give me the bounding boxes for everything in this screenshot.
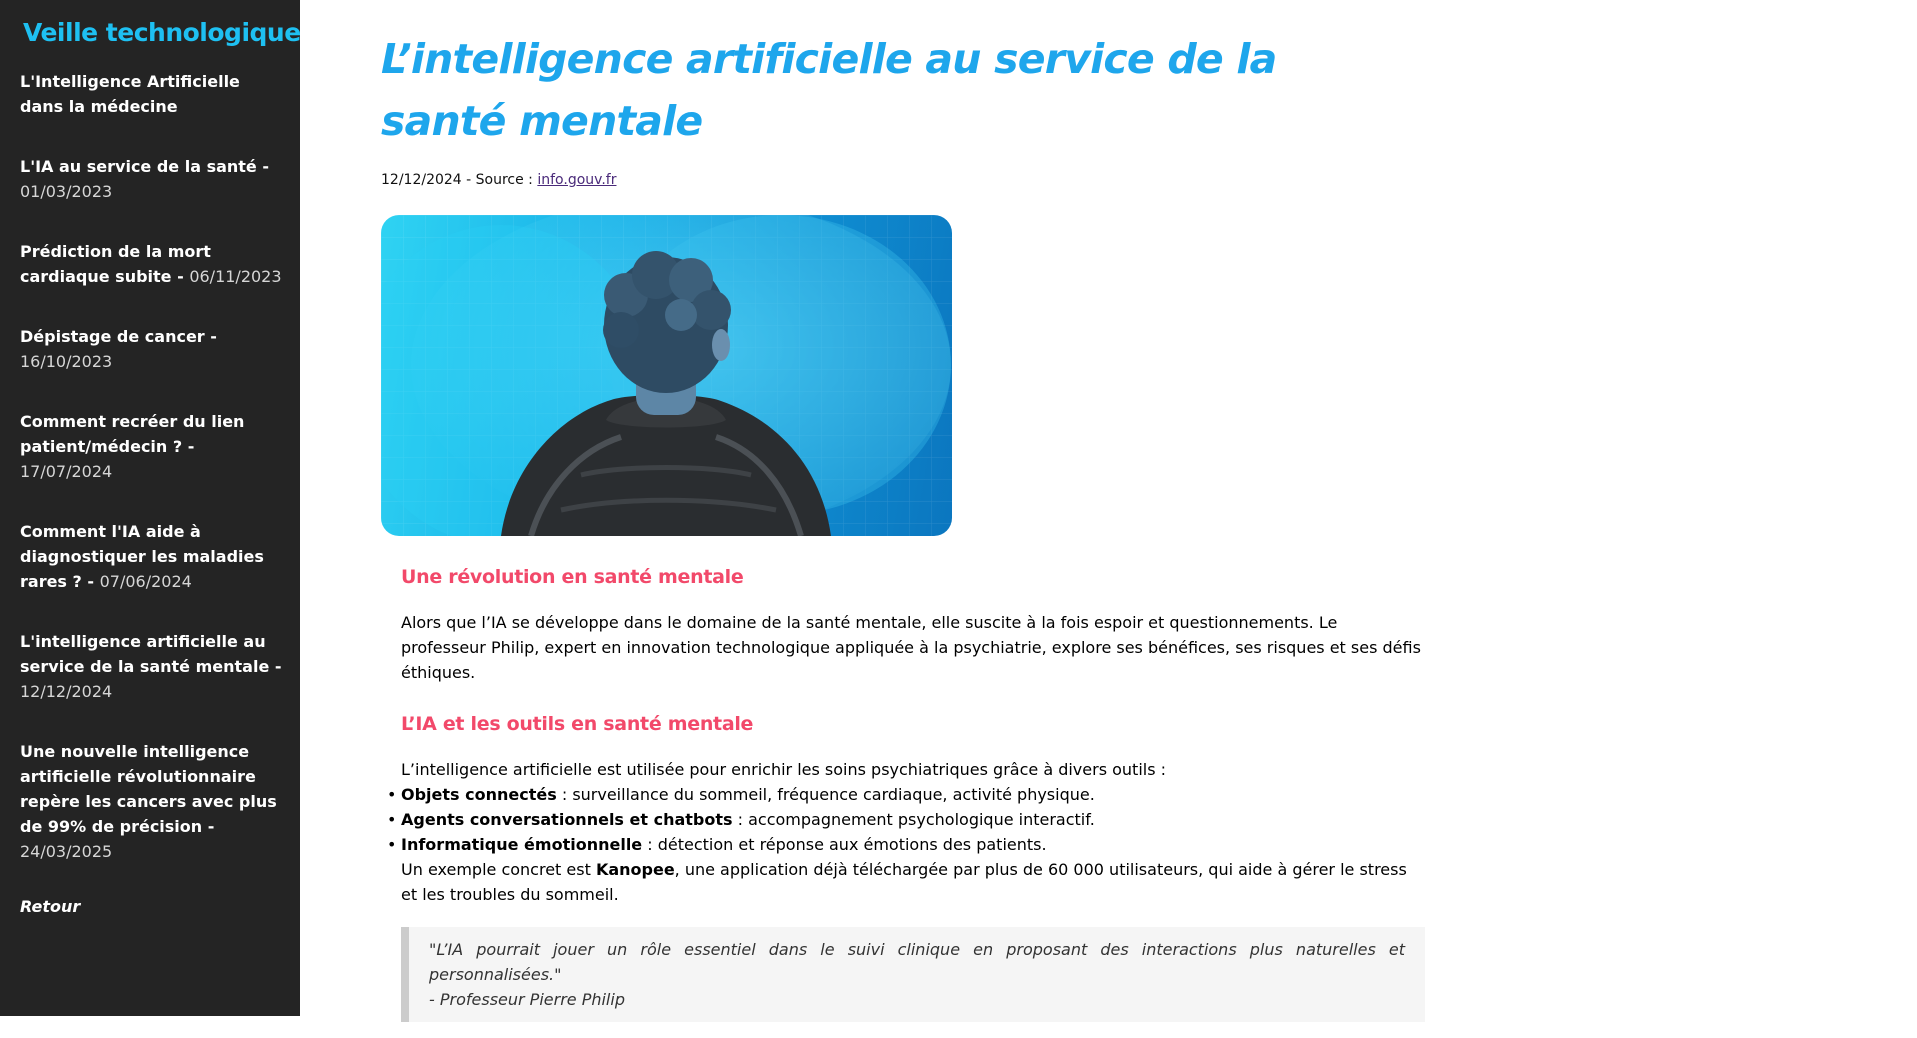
- section-title-outils: L’IA et les outils en santé mentale: [401, 713, 754, 735]
- sidebar-item-lien-patient-medecin[interactable]: Comment recréer du lien patient/médecin …: [20, 409, 284, 484]
- sidebar-item-label: L'IA au service de la santé -: [20, 157, 269, 176]
- quote-block: "L’IA pourrait jouer un rôle essentiel d…: [401, 927, 1425, 1022]
- quote-author: - Professeur Pierre Philip: [429, 990, 625, 1009]
- article: L’intelligence artificielle au service d…: [381, 28, 1431, 1038]
- page-title: L’intelligence artificielle au service d…: [381, 35, 1277, 145]
- sidebar-item-ia-medecine[interactable]: L'Intelligence Artificielle dans la méde…: [20, 69, 284, 119]
- sidebar-item-date: 07/06/2024: [99, 572, 192, 591]
- quote-text: "L’IA pourrait jouer un rôle essentiel d…: [429, 940, 1405, 984]
- sidebar-item-label: Une nouvelle intelligence artificielle r…: [20, 742, 277, 836]
- sidebar-item-date: 01/03/2023: [20, 182, 113, 201]
- sidebar-item-label: L'Intelligence Artificielle dans la méde…: [20, 72, 240, 116]
- hero-illustration: [381, 215, 952, 536]
- sidebar-item-date: 12/12/2024: [20, 682, 113, 701]
- tool-desc: : surveillance du sommeil, fréquence car…: [556, 785, 1095, 804]
- sidebar-item-date: 24/03/2025: [20, 842, 113, 861]
- example-paragraph: Un exemple concret est Kanopee, une appl…: [401, 857, 1425, 907]
- tool-name: Informatique émotionnelle: [401, 835, 643, 854]
- sidebar-item-maladies-rares[interactable]: Comment l'IA aide à diagnostiquer les ma…: [20, 519, 284, 594]
- sidebar-item-mort-cardiaque[interactable]: Prédiction de la mort cardiaque subite -…: [20, 239, 284, 289]
- hero-image: [381, 215, 952, 536]
- sidebar-title: Veille technologique: [23, 18, 301, 47]
- sidebar-item-ia-sante[interactable]: L'IA au service de la santé - 01/03/2023: [20, 154, 284, 204]
- section-intro-outils: L’intelligence artificielle est utilisée…: [401, 760, 1167, 779]
- sidebar-item-label: Comment recréer du lien patient/médecin …: [20, 412, 245, 456]
- example-prefix: Un exemple concret est: [401, 860, 596, 879]
- back-link[interactable]: Retour: [20, 897, 284, 916]
- article-body: Une révolution en santé mentale Alors qu…: [387, 566, 1425, 1022]
- sidebar-item-date: 06/11/2023: [189, 267, 282, 286]
- list-item: Informatique émotionnelle : détection et…: [387, 832, 1425, 857]
- list-item: Objets connectés : surveillance du somme…: [387, 782, 1425, 807]
- tool-desc: : détection et réponse aux émotions des …: [642, 835, 1047, 854]
- sidebar-item-date: 17/07/2024: [20, 462, 113, 481]
- sidebar-item-depistage-cancer[interactable]: Dépistage de cancer - 16/10/2023: [20, 324, 284, 374]
- sidebar-item-sante-mentale[interactable]: L'intelligence artificielle au service d…: [20, 629, 284, 704]
- source-link[interactable]: info.gouv.fr: [537, 172, 616, 188]
- sidebar-item-label: Prédiction de la mort cardiaque subite -: [20, 242, 211, 286]
- sidebar-item-label: L'intelligence artificielle au service d…: [20, 632, 282, 676]
- tool-name: Agents conversationnels et chatbots: [401, 810, 733, 829]
- tool-name: Objets connectés: [401, 785, 557, 804]
- sidebar-item-label: Dépistage de cancer -: [20, 327, 217, 346]
- article-date-source: 12/12/2024 - Source :: [381, 172, 538, 188]
- list-item: Agents conversationnels et chatbots : ac…: [387, 807, 1425, 832]
- sidebar-item-cancers-99[interactable]: Une nouvelle intelligence artificielle r…: [20, 739, 284, 864]
- tools-list: Objets connectés : surveillance du somme…: [387, 782, 1425, 857]
- example-name: Kanopee: [595, 860, 675, 879]
- section-text-revolution: Alors que l’IA se développe dans le doma…: [401, 613, 1421, 682]
- section-title-revolution: Une révolution en santé mentale: [401, 566, 744, 588]
- sidebar: Veille technologique L'Intelligence Arti…: [0, 0, 301, 1016]
- sidebar-item-date: 16/10/2023: [20, 352, 113, 371]
- article-meta: 12/12/2024 - Source : info.gouv.fr: [381, 172, 1431, 188]
- tool-desc: : accompagnement psychologique interacti…: [732, 810, 1095, 829]
